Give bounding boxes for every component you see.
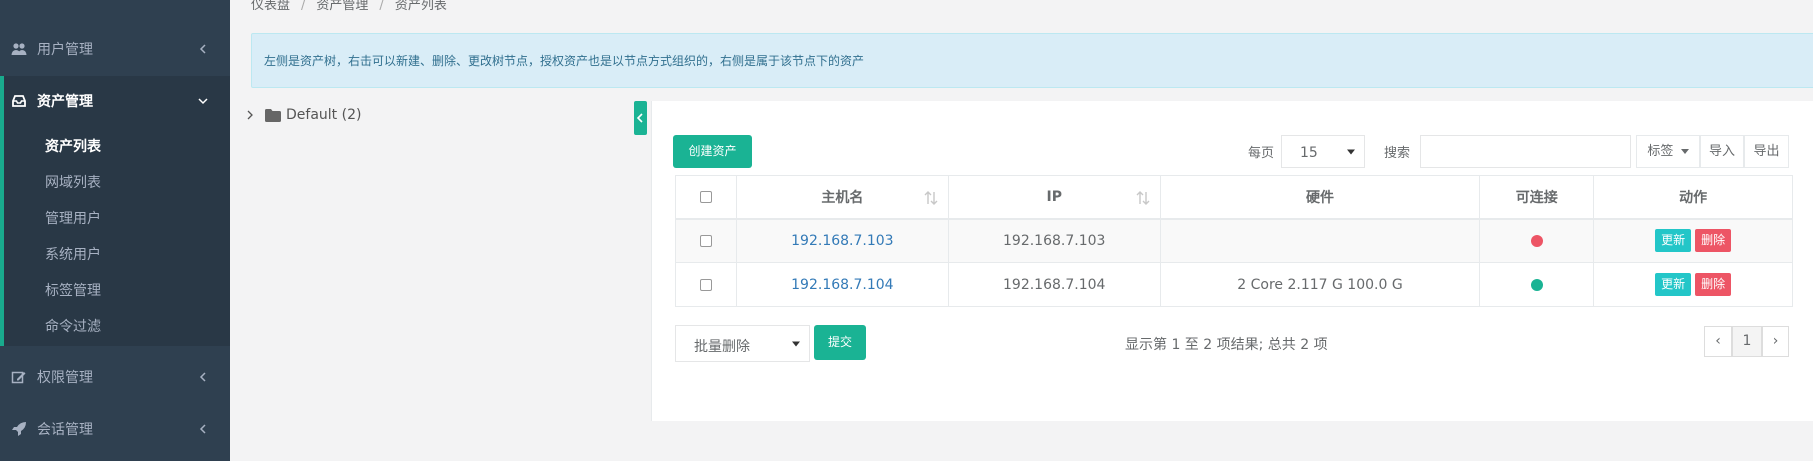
chevron-left-icon	[199, 44, 206, 54]
sidebar-item-label: 用户管理	[37, 42, 93, 58]
chevron-left-icon	[636, 113, 643, 123]
ip-cell: 192.168.7.104	[947, 262, 1161, 307]
bulk-action-value: 批量删除	[694, 339, 750, 355]
tags-label: 标签	[1647, 144, 1674, 159]
hostname-cell: 192.168.7.103	[735, 218, 949, 263]
chevron-left-icon	[199, 372, 206, 382]
sidebar-item-label: 资产管理	[37, 94, 93, 110]
sidebar-subitem-command-filter[interactable]: 命令过滤	[45, 316, 101, 336]
per-page-label: 每页	[1248, 146, 1275, 161]
sidebar-subitem-label-management[interactable]: 标签管理	[45, 280, 101, 300]
sidebar-item-permission-management[interactable]: 权限管理	[0, 357, 230, 397]
column-header-ip[interactable]: IP	[947, 175, 1161, 220]
breadcrumb-item[interactable]: 资产管理	[316, 0, 368, 13]
info-alert: 左侧是资产树，右击可以新建、删除、更改树节点，授权资产也是以节点方式组织的，右侧…	[251, 33, 1813, 88]
column-header-label: 动作	[1679, 189, 1708, 206]
status-online-dot	[1530, 278, 1543, 291]
pagination-next-button[interactable]: ›	[1762, 326, 1789, 357]
per-page-select[interactable]: 15	[1281, 135, 1365, 168]
tags-dropdown-button[interactable]: 标签	[1636, 135, 1700, 168]
caret-down-icon	[792, 341, 800, 346]
bulk-action-select[interactable]: 批量删除	[675, 325, 810, 362]
column-header-label: 主机名	[821, 189, 864, 206]
sort-icon	[924, 191, 938, 205]
table-row: 192.168.7.104 192.168.7.104 2 Core 2.117…	[675, 262, 1793, 307]
info-alert-text: 左侧是资产树，右击可以新建、删除、更改树节点，授权资产也是以节点方式组织的，右侧…	[264, 54, 865, 68]
column-header-actions: 动作	[1593, 175, 1793, 220]
connectable-cell	[1479, 218, 1595, 263]
users-icon	[11, 43, 27, 55]
hostname-link[interactable]: 192.168.7.103	[791, 233, 893, 249]
breadcrumb: 仪表盘 / 资产管理 / 资产列表	[251, 0, 447, 13]
delete-button[interactable]: 删除	[1695, 273, 1732, 296]
hardware-cell	[1159, 218, 1481, 263]
actions-cell: 更新 删除	[1593, 262, 1793, 307]
row-select-cell	[675, 262, 737, 307]
pagination-page-1[interactable]: 1	[1732, 326, 1762, 357]
submit-button[interactable]: 提交	[814, 325, 866, 360]
status-offline-dot	[1530, 234, 1543, 247]
column-header-label: 硬件	[1305, 189, 1334, 206]
chevron-down-icon	[198, 98, 208, 105]
sort-icon	[1136, 191, 1150, 205]
table-header-row: 主机名 IP 硬件 可连接 动作	[675, 175, 1793, 220]
inbox-icon	[12, 95, 26, 107]
breadcrumb-item[interactable]: 仪表盘	[251, 0, 290, 13]
create-asset-button[interactable]: 创建资产	[673, 135, 752, 168]
sidebar-subitem-system-users[interactable]: 系统用户	[45, 244, 101, 264]
sidebar-subitem-admin-users[interactable]: 管理用户	[45, 208, 101, 228]
breadcrumb-item-current: 资产列表	[394, 0, 447, 13]
hostname-cell: 192.168.7.104	[735, 262, 949, 307]
tree-toggle-button[interactable]	[634, 101, 647, 135]
chevron-right-icon[interactable]	[245, 110, 255, 120]
row-select-cell	[675, 218, 737, 263]
delete-button[interactable]: 删除	[1695, 229, 1732, 253]
row-checkbox[interactable]	[699, 278, 712, 291]
actions-cell: 更新 删除	[1593, 218, 1793, 263]
sidebar-item-user-management[interactable]: 用户管理	[0, 29, 230, 69]
rocket-icon	[12, 422, 26, 436]
sidebar-item-asset-management[interactable]: 资产管理	[0, 81, 230, 121]
tree-node-label[interactable]: Default (2)	[286, 107, 361, 123]
select-all-header	[675, 175, 737, 220]
export-button[interactable]: 导出	[1744, 135, 1789, 168]
sidebar-item-label: 权限管理	[37, 370, 93, 386]
search-label: 搜索	[1384, 146, 1411, 161]
column-header-hardware: 硬件	[1159, 175, 1481, 220]
hardware-cell: 2 Core 2.117 G 100.0 G	[1159, 262, 1481, 307]
column-header-hostname[interactable]: 主机名	[735, 175, 949, 220]
sidebar-item-session-management[interactable]: 会话管理	[0, 409, 230, 449]
column-header-label: IP	[1046, 188, 1062, 205]
search-input[interactable]	[1420, 135, 1631, 168]
column-header-label: 可连接	[1515, 189, 1558, 206]
sidebar: 用户管理 资产管理 资产列表 网域列表 管理用户 系统用户 标签管理 命令过滤 …	[0, 0, 230, 461]
import-button[interactable]: 导入	[1700, 135, 1744, 168]
asset-table: 主机名 IP 硬件 可连接 动作 192.168.7.103 192.168.7…	[675, 175, 1793, 307]
sidebar-subitem-domain-list[interactable]: 网域列表	[45, 172, 101, 192]
sidebar-item-label: 会话管理	[37, 422, 93, 438]
edit-icon	[11, 371, 26, 384]
update-button[interactable]: 更新	[1655, 229, 1692, 253]
caret-down-icon	[1347, 149, 1355, 154]
connectable-cell	[1479, 262, 1595, 307]
hostname-link[interactable]: 192.168.7.104	[791, 277, 893, 293]
folder-icon	[265, 109, 281, 122]
chevron-left-icon	[199, 424, 206, 434]
update-button[interactable]: 更新	[1655, 273, 1692, 296]
row-checkbox[interactable]	[699, 234, 712, 247]
table-row: 192.168.7.103 192.168.7.103 更新 删除	[675, 218, 1793, 263]
caret-down-icon	[1680, 149, 1689, 154]
select-all-checkbox[interactable]	[699, 190, 712, 203]
sidebar-subitem-asset-list[interactable]: 资产列表	[45, 136, 101, 156]
ip-cell: 192.168.7.103	[947, 218, 1161, 263]
pagination-prev-button[interactable]: ‹	[1704, 326, 1732, 357]
table-info-text: 显示第 1 至 2 项结果; 总共 2 项	[1125, 337, 1328, 353]
per-page-value: 15	[1300, 145, 1318, 161]
column-header-connectable: 可连接	[1479, 175, 1595, 220]
